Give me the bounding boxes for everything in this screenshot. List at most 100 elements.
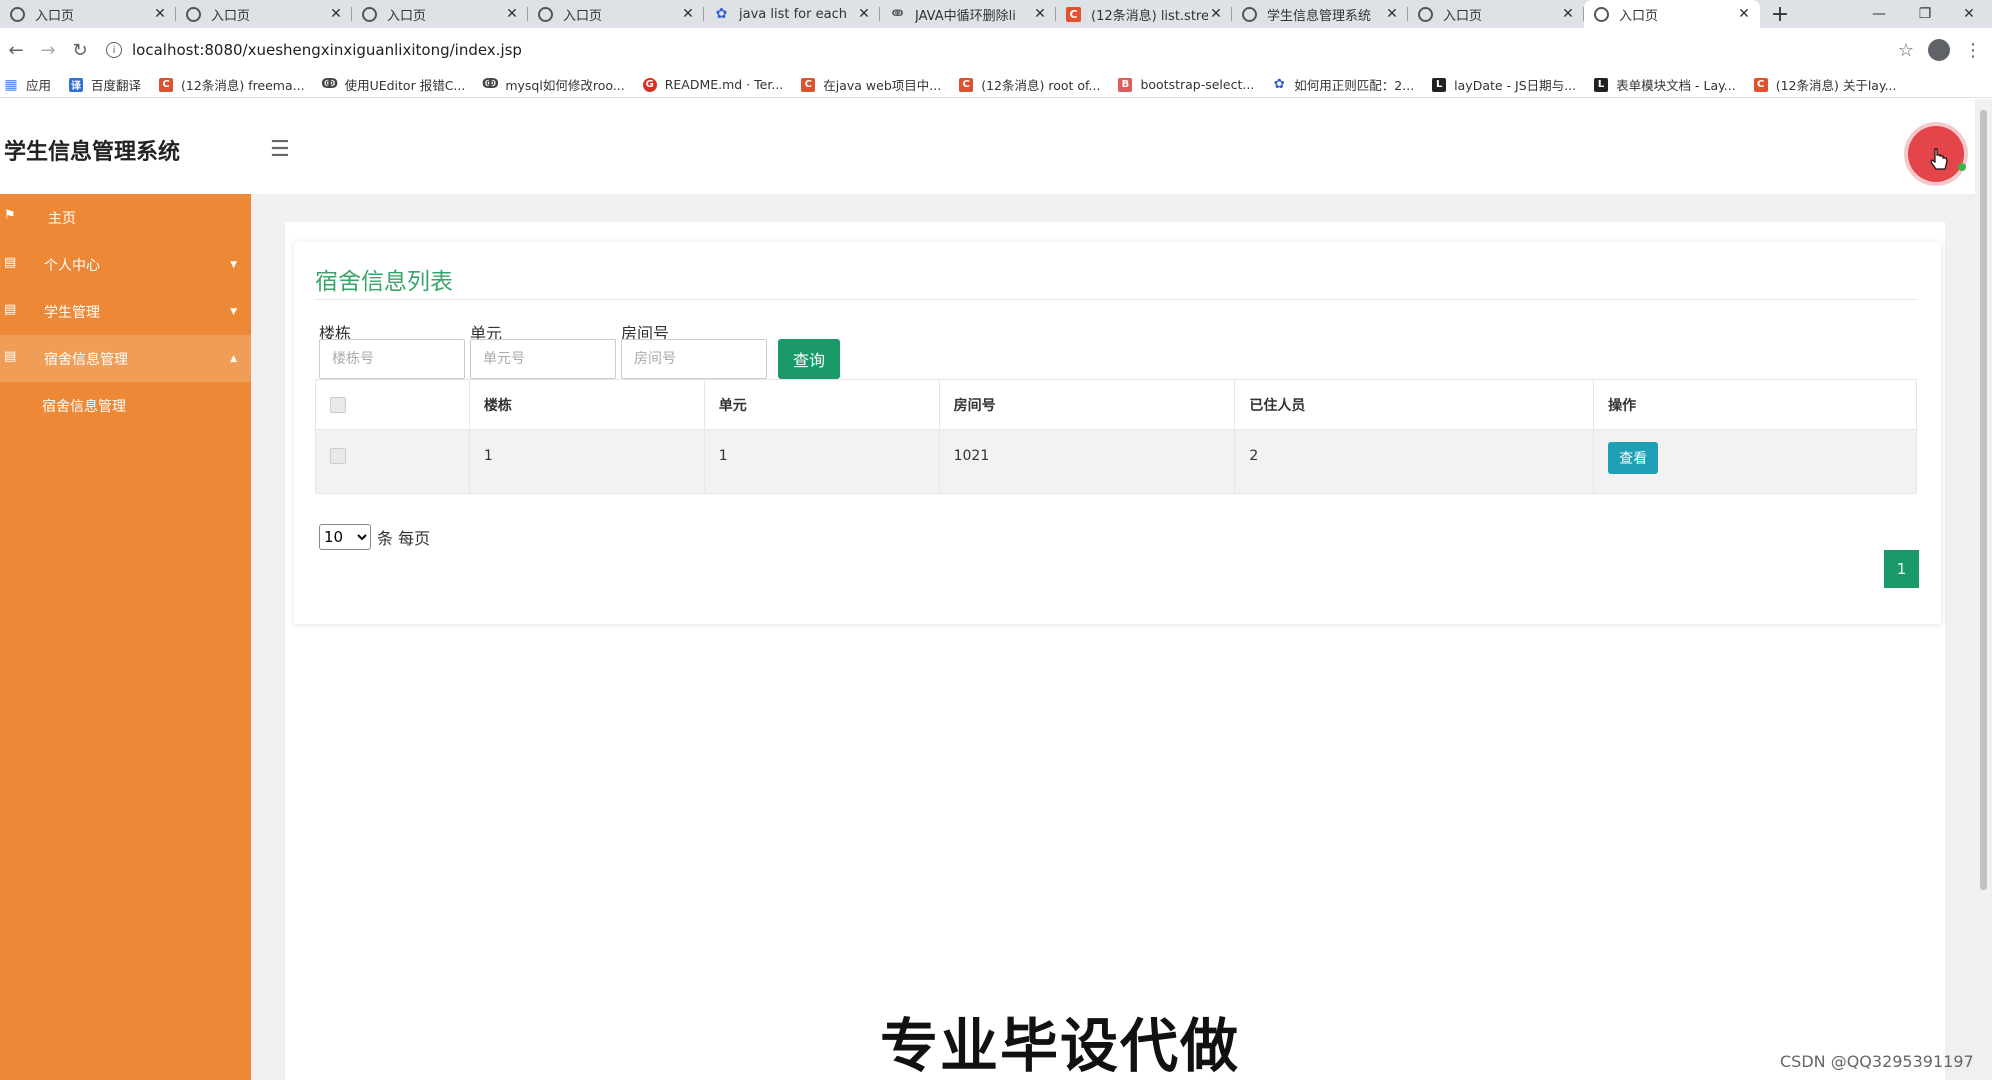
- bookmark-item[interactable]: ▦ 应用: [4, 75, 51, 94]
- pagination-page-button[interactable]: 1: [1884, 550, 1919, 588]
- feather-icon: ↂ: [481, 77, 499, 92]
- query-button[interactable]: 查询: [778, 339, 840, 379]
- page-size-control: 10 条 每页: [319, 524, 430, 550]
- sidebar-item-label: 个人中心: [44, 257, 100, 274]
- url-field[interactable]: i localhost:8080/xueshengxinxiguanlixito…: [106, 35, 1898, 65]
- page-size-select[interactable]: 10: [319, 524, 371, 550]
- close-icon[interactable]: ✕: [152, 6, 168, 22]
- info-icon[interactable]: i: [106, 42, 122, 58]
- close-icon[interactable]: ✕: [504, 6, 520, 22]
- close-icon[interactable]: ✕: [328, 6, 344, 22]
- bookmark-item[interactable]: ↂ mysql如何修改roo...: [481, 75, 625, 94]
- sidebar-item-dorm-management[interactable]: ▤ 宿舍信息管理 ▲: [0, 335, 251, 382]
- close-icon[interactable]: ✕: [1736, 6, 1752, 22]
- card-title: 宿舍信息列表: [315, 269, 453, 295]
- building-input[interactable]: [319, 339, 465, 379]
- column-header: 楼栋: [468, 379, 705, 430]
- new-tab-button[interactable]: +: [1760, 0, 1800, 28]
- browser-tab-active[interactable]: 入口页 ✕: [1584, 0, 1760, 28]
- tab-title: java list for each: [739, 6, 847, 22]
- bootstrap-icon: B: [1118, 77, 1133, 92]
- csdn-icon: C: [801, 77, 816, 92]
- sidebar-item-label: 宿舍信息管理: [44, 351, 128, 368]
- bookmark-item[interactable]: ✿ 如何用正则匹配：2...: [1272, 75, 1414, 94]
- globe-icon: [1594, 6, 1609, 22]
- baidu-paw-icon: ✿: [715, 6, 728, 22]
- bookmark-item[interactable]: L 表单模块文档 - Lay...: [1594, 75, 1736, 94]
- browser-tab[interactable]: C (12条消息) list.stre ✕: [1056, 0, 1232, 28]
- sidebar-item-home[interactable]: ⚑ 主页: [0, 194, 251, 241]
- scrollbar-thumb[interactable]: [1980, 110, 1987, 890]
- app-brand: 学生信息管理系统: [4, 140, 181, 165]
- bookmarks-bar: ▦ 应用 译百度翻译 C (12条消息) freema... ↂ 使用UEditor …: [0, 72, 1992, 98]
- close-icon[interactable]: ✕: [856, 6, 872, 22]
- reload-icon[interactable]: ↻: [64, 34, 96, 66]
- bookmark-item[interactable]: C (12条消息) freema...: [159, 75, 305, 94]
- csdn-icon: C: [159, 77, 174, 92]
- browser-tab[interactable]: 入口页 ✕: [528, 0, 704, 28]
- browser-tab[interactable]: ✿ java list for each ✕: [704, 0, 880, 28]
- csdn-icon: C: [1066, 6, 1081, 22]
- forward-icon[interactable]: →: [32, 34, 64, 66]
- chevron-up-icon: ▲: [230, 354, 237, 364]
- close-icon[interactable]: ✕: [1384, 6, 1400, 22]
- app-header: 学生信息管理系统 ☰: [0, 99, 1975, 194]
- browser-tab[interactable]: 入口页 ✕: [1408, 0, 1584, 28]
- window-close-icon[interactable]: ✕: [1946, 0, 1992, 28]
- grid-icon: ▤: [4, 302, 17, 317]
- menu-toggle-icon[interactable]: ☰: [270, 137, 290, 162]
- main-content: 宿舍信息列表 楼栋 单元 房间号 查询 楼栋 单元 房间号: [251, 194, 1975, 1080]
- browser-tab[interactable]: 入口页 ✕: [0, 0, 176, 28]
- back-icon[interactable]: ←: [0, 34, 32, 66]
- select-all-checkbox[interactable]: [330, 396, 346, 413]
- bookmark-item[interactable]: C (12条消息) root of...: [959, 75, 1100, 94]
- bookmark-label: 百度翻译: [91, 78, 142, 93]
- sidebar-item-personal-center[interactable]: ▤ 个人中心 ▼: [0, 241, 251, 288]
- browser-tab[interactable]: 入口页 ✕: [176, 0, 352, 28]
- layui-icon: L: [1432, 77, 1447, 92]
- tab-title: 学生信息管理系统: [1267, 8, 1372, 24]
- bookmark-label: 使用UEditor 报错C...: [344, 78, 466, 93]
- restore-icon[interactable]: ❐: [1902, 0, 1948, 28]
- minimize-icon[interactable]: —: [1856, 0, 1902, 28]
- cell-residents: 2: [1234, 429, 1595, 494]
- tab-title: (12条消息) list.stre: [1091, 8, 1208, 24]
- column-header: 操作: [1593, 379, 1917, 430]
- bookmark-item[interactable]: ↂ 使用UEditor 报错C...: [321, 75, 466, 94]
- bookmark-item[interactable]: G README.md · Ter...: [642, 77, 783, 92]
- sidebar-item-label: 主页: [48, 210, 76, 227]
- page-size-suffix: 条 每页: [377, 529, 431, 548]
- bookmark-item[interactable]: 译百度翻译: [69, 75, 141, 94]
- column-header: 房间号: [938, 379, 1236, 430]
- bookmark-item[interactable]: C 在java web项目中...: [801, 75, 941, 94]
- close-icon[interactable]: ✕: [1208, 6, 1224, 22]
- menu-kebab-icon[interactable]: ⋮: [1964, 40, 1982, 61]
- bookmark-item[interactable]: LlayDate - JS日期与...: [1432, 75, 1576, 94]
- close-icon[interactable]: ✕: [680, 6, 696, 22]
- browser-tab[interactable]: 入口页 ✕: [352, 0, 528, 28]
- bookmark-label: layDate - JS日期与...: [1454, 78, 1577, 93]
- layui-icon: L: [1594, 77, 1609, 92]
- globe-icon: [1418, 6, 1433, 22]
- sidebar-item-student-management[interactable]: ▤ 学生管理 ▼: [0, 288, 251, 335]
- profile-icon[interactable]: [1928, 39, 1950, 61]
- tab-title: 入口页: [1619, 8, 1659, 24]
- unit-input[interactable]: [470, 339, 616, 379]
- online-status-dot: [1958, 163, 1966, 171]
- browser-tabstrip: 入口页 ✕ 入口页 ✕ 入口页 ✕ 入口页 ✕ ✿ java list for each ✕…: [0, 0, 1992, 28]
- bookmark-star-icon[interactable]: ☆: [1898, 40, 1914, 61]
- sidebar: ⚑ 主页 ▤ 个人中心 ▼ ▤ 学生管理 ▼ ▤ 宿舍信息管理 ▲ 宿舍信息管理: [0, 194, 251, 1080]
- view-button[interactable]: 查看: [1608, 442, 1659, 474]
- bookmark-item[interactable]: C (12条消息) 关于lay...: [1753, 75, 1897, 94]
- chevron-down-icon: ▼: [230, 260, 237, 270]
- bookmark-item[interactable]: Bbootstrap-select...: [1118, 77, 1254, 92]
- sidebar-subitem-dorm-info[interactable]: 宿舍信息管理: [0, 382, 251, 429]
- row-checkbox[interactable]: [330, 448, 346, 464]
- close-icon[interactable]: ✕: [1032, 6, 1048, 22]
- browser-tab[interactable]: 学生信息管理系统 ✕: [1232, 0, 1408, 28]
- close-icon[interactable]: ✕: [1560, 6, 1576, 22]
- tab-title: 入口页: [211, 8, 251, 24]
- column-header: 已住人员: [1234, 379, 1595, 430]
- room-input[interactable]: [621, 339, 767, 379]
- browser-tab[interactable]: ↂ JAVA中循环删除li ✕: [880, 0, 1056, 28]
